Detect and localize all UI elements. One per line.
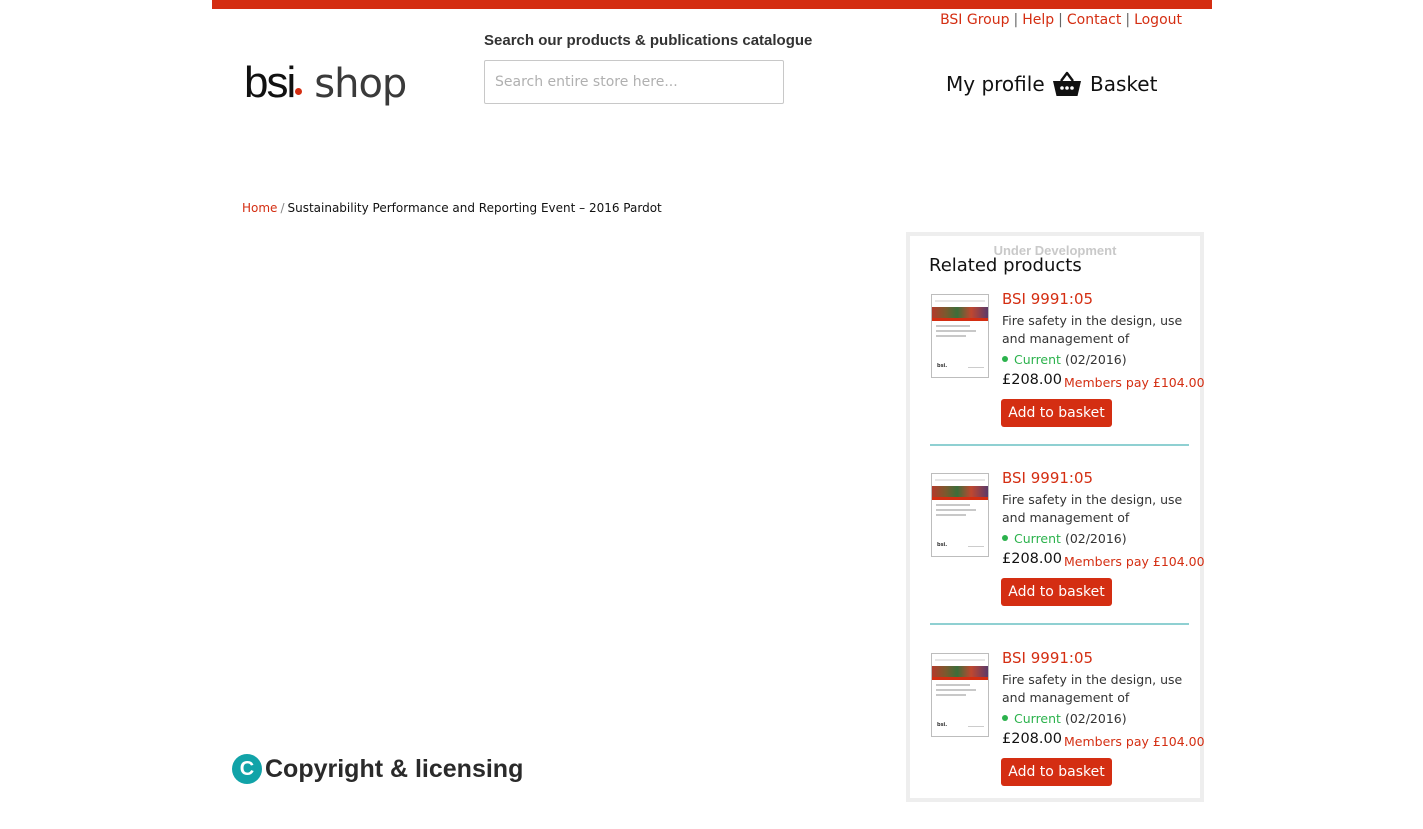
status-date: (02/2016) [1064,531,1127,546]
copyright-icon: C [232,754,262,784]
status-dot-icon [1002,356,1008,362]
breadcrumb-current: Sustainability Performance and Reporting… [287,201,662,215]
top-accent-bar [212,0,1212,9]
status-label: Current [1014,711,1061,726]
product-price: £208.00 [1002,551,1062,567]
product-divider [930,444,1189,446]
product-cover-thumbnail[interactable]: bsi. [931,473,989,557]
basket-icon[interactable] [1052,70,1082,98]
add-to-basket-button[interactable]: Add to basket [1001,399,1112,427]
status-label: Current [1014,531,1061,546]
logo-suffix: shop [314,61,407,107]
product-code-link[interactable]: BSI 9991:05 [1002,469,1093,487]
status-date: (02/2016) [1064,352,1127,367]
product-code-link[interactable]: BSI 9991:05 [1002,290,1093,308]
product-status: Current (02/2016) [1002,352,1127,367]
product-price: £208.00 [1002,372,1062,388]
breadcrumb-separator: / [280,201,285,215]
search-input[interactable] [484,60,784,104]
product-status: Current (02/2016) [1002,531,1127,546]
product-status: Current (02/2016) [1002,711,1127,726]
add-to-basket-button[interactable]: Add to basket [1001,758,1112,786]
status-date: (02/2016) [1064,711,1127,726]
top-utility-links: BSI Group | Help | Contact | Logout [940,12,1182,28]
status-dot-icon [1002,715,1008,721]
status-label: Current [1014,352,1061,367]
product-price: £208.00 [1002,731,1062,747]
contact-link[interactable]: Contact [1067,12,1121,28]
status-dot-icon [1002,535,1008,541]
related-products-panel: Under Development Related products bsi. … [906,232,1205,802]
my-profile-link[interactable]: My profile [946,72,1045,96]
related-product-item: bsi. BSI 9991:05 Fire safety in the desi… [910,649,1205,829]
product-description: Fire safety in the design, use and manag… [1002,492,1183,525]
member-price: Members pay £104.00 [1064,375,1205,390]
product-cover-thumbnail[interactable]: bsi. [931,294,989,378]
member-price: Members pay £104.00 [1064,734,1205,749]
product-code-link[interactable]: BSI 9991:05 [1002,649,1093,667]
bsi-group-link[interactable]: BSI Group [940,12,1009,28]
search-label: Search our products & publications catal… [484,32,813,49]
bsi-shop-logo[interactable]: bsi shop [244,58,407,110]
copyright-licensing-heading[interactable]: Copyright & licensing [265,754,523,784]
product-divider [930,623,1189,625]
product-description: Fire safety in the design, use and manag… [1002,313,1183,346]
logo-brand: bsi [244,58,296,107]
product-cover-thumbnail[interactable]: bsi. [931,653,989,737]
logout-link[interactable]: Logout [1134,12,1182,28]
add-to-basket-button[interactable]: Add to basket [1001,578,1112,606]
basket-link[interactable]: Basket [1090,72,1157,96]
related-product-item: bsi. BSI 9991:05 Fire safety in the desi… [910,469,1205,649]
breadcrumb-home-link[interactable]: Home [242,201,277,215]
help-link[interactable]: Help [1022,12,1054,28]
related-products-title: Related products [929,255,1082,276]
related-product-item: bsi. BSI 9991:05 Fire safety in the desi… [910,290,1205,470]
logo-dot [295,88,303,95]
breadcrumb: Home / Sustainability Performance and Repo… [242,201,662,215]
member-price: Members pay £104.00 [1064,554,1205,569]
product-description: Fire safety in the design, use and manag… [1002,672,1183,705]
